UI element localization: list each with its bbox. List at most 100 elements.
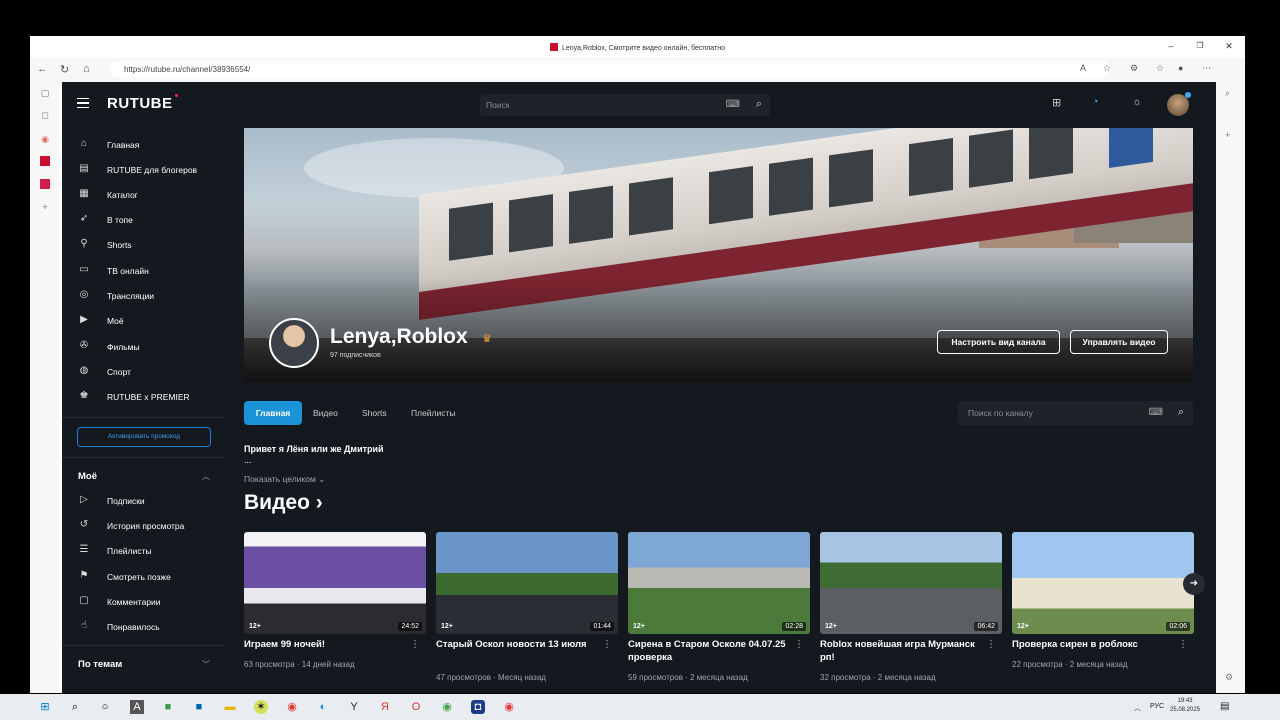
- divider: [62, 645, 224, 646]
- sidebar-item-label: История просмотра: [107, 521, 185, 531]
- broadcast-icon: ◎: [79, 289, 89, 300]
- opera-icon[interactable]: O: [409, 700, 423, 714]
- rutube-logo[interactable]: RUTUBE: [107, 94, 178, 112]
- sidebar-item-tv[interactable]: ▭ ТВ онлайн: [78, 261, 218, 281]
- sidebar-item-label: Комментарии: [107, 597, 161, 607]
- sidebar-item-label: В топе: [107, 215, 133, 225]
- search-input[interactable]: Поиск ⌨ ⌕: [480, 94, 770, 116]
- extensions-icon[interactable]: ⚙: [1130, 63, 1138, 74]
- yandex-browser-icon[interactable]: Я: [378, 700, 392, 714]
- task-view-icon[interactable]: ○: [98, 700, 112, 714]
- sport-icon: ◍: [79, 365, 89, 376]
- address-bar-row: ← ↻ ⌂ https://rutube.ru/channel/38936554…: [30, 58, 1245, 82]
- store-icon[interactable]: ■: [192, 700, 206, 714]
- chevron-up-icon[interactable]: ︿: [202, 471, 210, 482]
- tab-icon[interactable]: [40, 179, 50, 189]
- tab-rutube-icon[interactable]: [40, 156, 50, 166]
- app-icon[interactable]: ✶: [254, 700, 268, 714]
- favorite-star-icon[interactable]: ☆: [1103, 63, 1111, 74]
- sidebar-item-catalog[interactable]: ▦ Каталог: [78, 185, 218, 205]
- app-icon[interactable]: ◉: [502, 700, 516, 714]
- my-section-title[interactable]: Моё: [78, 471, 97, 482]
- logo-dot: [174, 94, 178, 97]
- search-icon[interactable]: ⌕: [756, 98, 762, 111]
- tv-icon: ▭: [79, 264, 89, 275]
- site-header: RUTUBE Поиск ⌨ ⌕ ⊞ ◔ ☼: [62, 82, 1216, 127]
- sidebar-item-broadcasts[interactable]: ◎ Трансляции: [78, 286, 218, 306]
- sidebar-item-label: Подписки: [107, 496, 145, 506]
- sidebar-item-sport[interactable]: ◍ Спорт: [78, 362, 218, 382]
- sidebar-item-liked[interactable]: ☝ Понравилось: [78, 617, 218, 637]
- sidebar-item-shorts[interactable]: ⚲ Shorts: [78, 235, 218, 255]
- subscriptions-icon: ▷: [80, 494, 88, 505]
- keyboard-language[interactable]: РУС: [1150, 703, 1164, 710]
- back-icon[interactable]: ←: [37, 63, 48, 75]
- file-explorer-icon[interactable]: ▬: [223, 700, 237, 714]
- notifications-icon[interactable]: ▤: [1220, 701, 1229, 712]
- add-sidebar-icon[interactable]: +: [1225, 130, 1230, 140]
- sidebar-item-comments[interactable]: ▢ Комментарии: [78, 592, 218, 612]
- home-browser-icon[interactable]: ⌂: [83, 63, 90, 75]
- customize-channel-button[interactable]: Настроить вид канала: [937, 330, 1060, 354]
- sidebar-item-label: RUTUBE x PREMIER: [107, 392, 190, 402]
- sidebar-item-label: Каталог: [107, 190, 138, 200]
- new-tab-icon[interactable]: +: [40, 202, 50, 212]
- sidebar-item-label: RUTUBE для блогеров: [107, 165, 198, 175]
- sidebar-item-playlists[interactable]: ☰ Плейлисты: [78, 541, 218, 561]
- reload-icon[interactable]: ↻: [60, 63, 69, 76]
- profile-icon[interactable]: ●: [1178, 63, 1183, 73]
- browser-vertical-tabs: ▢ ◻ ◉ +: [30, 82, 60, 693]
- chevron-down-icon[interactable]: ﹀: [202, 659, 210, 670]
- minimize-button[interactable]: –: [1164, 41, 1178, 51]
- notifications-icon[interactable]: ◔: [1092, 96, 1099, 108]
- minecraft-icon[interactable]: ■: [161, 700, 175, 714]
- close-button[interactable]: ✕: [1222, 41, 1236, 52]
- restore-button[interactable]: ❐: [1193, 41, 1207, 50]
- search-icon[interactable]: ⌕: [68, 700, 82, 714]
- rutube-app: RUTUBE Поиск ⌨ ⌕ ⊞ ◔ ☼ ⌂ Главная ▤ RUTUBE …: [62, 82, 1216, 693]
- app-icon[interactable]: A: [130, 700, 144, 714]
- search-sidebar-icon[interactable]: ⌕: [1225, 88, 1230, 99]
- upload-icon[interactable]: ⊞: [1052, 96, 1061, 109]
- sidebar-item-history[interactable]: ↺ История просмотра: [78, 516, 218, 536]
- chrome-icon[interactable]: ◉: [285, 700, 299, 714]
- sidebar-item-label: ТВ онлайн: [107, 266, 149, 276]
- theme-toggle-icon[interactable]: ☼: [1132, 96, 1142, 108]
- play-square-icon: ▶: [80, 314, 88, 325]
- sidebar-item-top[interactable]: ➶ В топе: [78, 210, 218, 230]
- app-icon[interactable]: ◘: [471, 700, 485, 714]
- yandex-icon[interactable]: Y: [347, 700, 361, 714]
- clock[interactable]: 19:43 25.08.2025: [1170, 697, 1200, 715]
- sidebar-item-my[interactable]: ▶ Моё: [78, 311, 218, 331]
- sidebar-item-films[interactable]: ✇ Фильмы: [78, 337, 218, 357]
- menu-icon[interactable]: [77, 98, 89, 108]
- tab-panel-icon[interactable]: ▢: [40, 88, 50, 98]
- tray-chevron-icon[interactable]: ︿: [1134, 703, 1141, 713]
- sidebar-item-premier[interactable]: ♚ RUTUBE x PREMIER: [78, 387, 218, 407]
- chrome-icon[interactable]: ◉: [440, 700, 454, 714]
- grid-icon: ▦: [79, 188, 89, 199]
- read-aloud-icon[interactable]: A: [1080, 63, 1086, 73]
- edge-icon[interactable]: ◐: [316, 700, 330, 714]
- manage-videos-button[interactable]: Управлять видео: [1070, 330, 1168, 354]
- keyboard-icon[interactable]: ⌨: [726, 99, 740, 110]
- sidebar-item-watch-later[interactable]: ⚑ Смотреть позже: [78, 567, 218, 587]
- more-menu-icon[interactable]: ⋯: [1202, 63, 1211, 74]
- sidebar-item-home[interactable]: ⌂ Главная: [78, 135, 218, 155]
- sidebar-item-subscriptions[interactable]: ▷ Подписки: [78, 491, 218, 511]
- activate-promo-button[interactable]: Активировать промокод: [77, 427, 211, 447]
- url-field[interactable]: https://rutube.ru/channel/38936554/: [110, 61, 1110, 78]
- shorts-icon: ⚲: [80, 238, 88, 249]
- topics-section-title[interactable]: По темам: [78, 659, 122, 670]
- browser-right-sidebar: ⌕ + ⚙: [1216, 82, 1245, 693]
- premier-icon: ♚: [79, 390, 89, 401]
- tab-icon[interactable]: ◉: [40, 134, 50, 144]
- settings-sidebar-icon[interactable]: ⚙: [1225, 672, 1233, 683]
- window-title: Lenya,Roblox, Смотрите видео онлайн, бес…: [561, 45, 726, 52]
- tab-icon[interactable]: ◻: [40, 110, 50, 120]
- sidebar-item-bloggers[interactable]: ▤ RUTUBE для блогеров: [78, 160, 218, 180]
- sidebar-item-label: Понравилось: [107, 622, 160, 632]
- collections-icon[interactable]: ☆: [1156, 63, 1164, 74]
- rutube-blog-icon: ▤: [79, 163, 89, 174]
- start-icon[interactable]: ⊞: [38, 700, 52, 714]
